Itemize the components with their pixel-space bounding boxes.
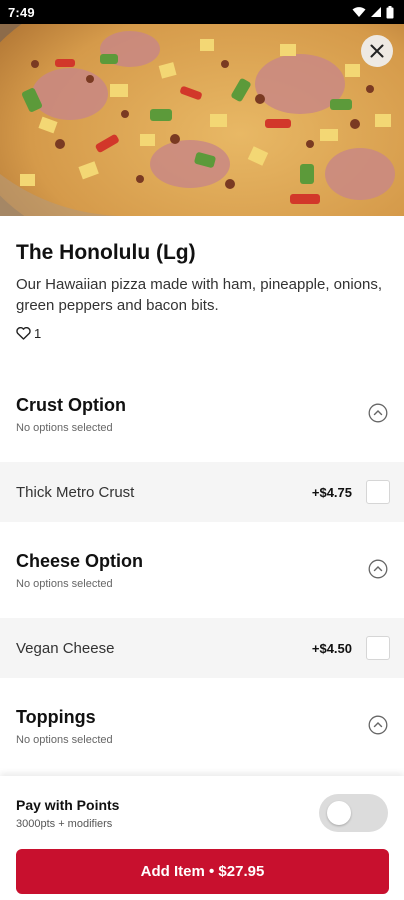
section-cheese-option[interactable]: Cheese Option No options selected	[0, 551, 404, 623]
status-time: 7:49	[8, 4, 35, 20]
section-toppings[interactable]: Toppings No options selected	[0, 707, 404, 779]
section-subtitle: No options selected	[16, 734, 113, 746]
like-count: 1	[34, 326, 42, 341]
section-title: Toppings	[16, 707, 96, 727]
close-icon	[370, 44, 384, 58]
option-price: +$4.75	[311, 484, 352, 500]
section-subtitle: No options selected	[16, 578, 113, 590]
toggle-knob	[327, 801, 351, 825]
like-button[interactable]: 1	[16, 326, 41, 341]
section-subtitle: No options selected	[16, 422, 113, 434]
section-title: Cheese Option	[16, 551, 144, 571]
pay-with-points-toggle[interactable]	[319, 794, 388, 832]
section-crust-option[interactable]: Crust Option No options selected	[0, 395, 404, 467]
option-label: Thick Metro Crust	[16, 483, 135, 501]
status-icons	[352, 5, 394, 19]
pay-with-points-label: Pay with Points	[16, 797, 120, 813]
item-description: Our Hawaiian pizza made with ham, pineap…	[16, 276, 383, 314]
option-price: +$4.50	[311, 640, 352, 656]
option-checkbox[interactable]	[366, 636, 390, 660]
close-button[interactable]	[361, 35, 393, 67]
wifi-icon	[352, 7, 366, 17]
item-hero-image	[0, 24, 404, 216]
option-row-thick-metro-crust[interactable]: Thick Metro Crust +$4.75	[0, 462, 404, 522]
add-item-button[interactable]: Add Item • $27.95	[16, 849, 389, 894]
points-cost-label: 3000pts + modifiers	[16, 818, 113, 830]
status-bar: 7:49	[0, 0, 404, 24]
item-title: The Honolulu (Lg)	[16, 241, 196, 264]
section-title: Crust Option	[16, 395, 126, 415]
option-checkbox[interactable]	[366, 480, 390, 504]
option-label: Vegan Cheese	[16, 639, 115, 657]
signal-icon	[371, 7, 381, 17]
bottom-panel: Pay with Points 3000pts + modifiers Add …	[0, 776, 404, 900]
chevron-up-icon	[368, 559, 388, 579]
option-row-vegan-cheese[interactable]: Vegan Cheese +$4.50	[0, 618, 404, 678]
pizza-image	[0, 24, 404, 216]
battery-icon	[386, 5, 394, 18]
heart-icon	[16, 327, 31, 340]
chevron-up-icon	[368, 403, 388, 423]
chevron-up-icon	[368, 715, 388, 735]
